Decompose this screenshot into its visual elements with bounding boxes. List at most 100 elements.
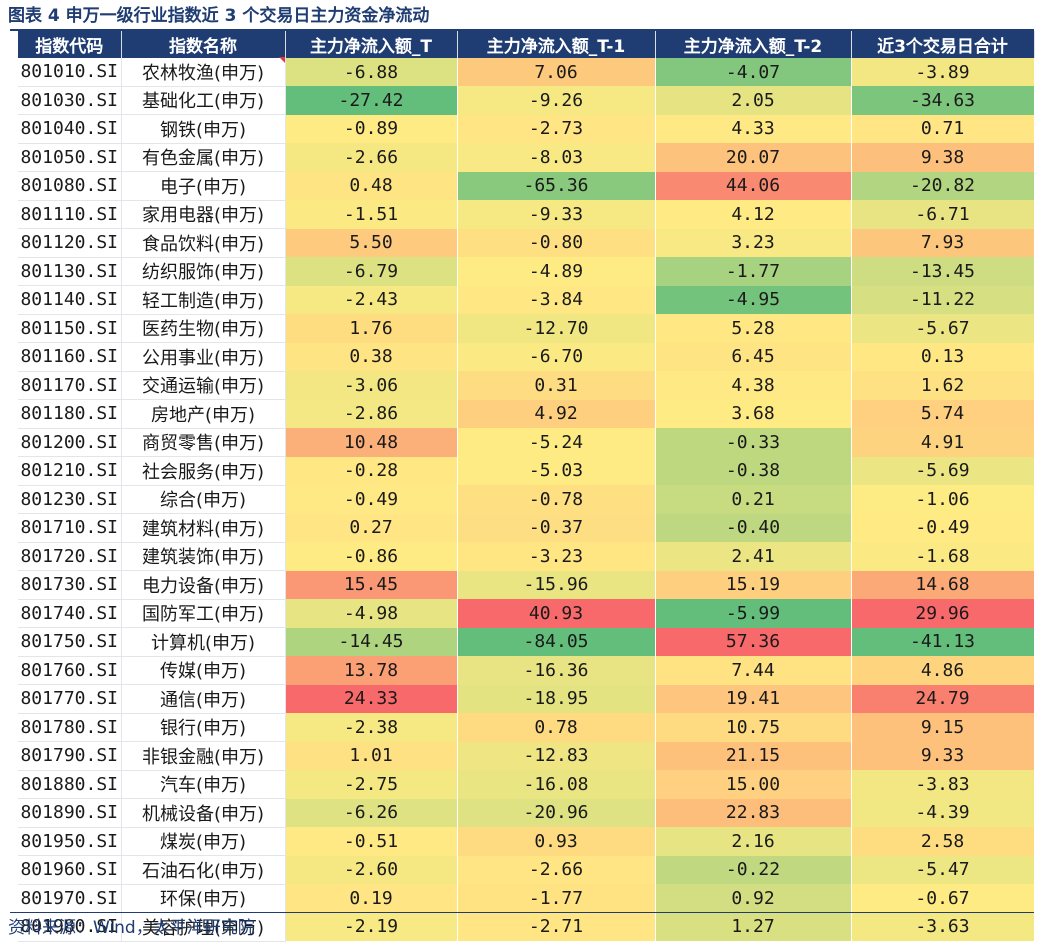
net-inflow-t2-cell: -4.07 [655,58,852,86]
net-inflow-t1-cell: 4.92 [457,399,656,428]
three-day-total-cell: -3.83 [851,770,1035,799]
index-code-cell: 801720.SI [18,542,122,571]
index-name-cell: 建筑材料(申万) [121,513,286,543]
table-row: 801230.SI 综合(申万) -0.49 -0.78 0.21 -1.06 [18,485,1035,514]
net-inflow-t-cell: -1.51 [285,200,458,229]
cell-comment-marker [279,57,285,63]
three-day-total-cell: -0.49 [851,513,1035,542]
table-row: 801050.SI 有色金属(申万) -2.66 -8.03 20.07 9.38 [18,143,1035,172]
index-name-cell: 电力设备(申万) [121,570,286,600]
three-day-total-cell: -6.71 [851,200,1035,229]
index-name-cell: 钢铁(申万) [121,114,286,144]
index-code-cell: 801730.SI [18,570,122,600]
index-name-cell: 基础化工(申万) [121,86,286,115]
three-day-total-cell: -3.63 [851,912,1035,941]
index-code-cell: 801200.SI [18,428,122,457]
index-name-cell: 医药生物(申万) [121,314,286,343]
table-row: 801210.SI 社会服务(申万) -0.28 -5.03 -0.38 -5.69 [18,456,1035,486]
net-inflow-t2-cell: 2.41 [655,542,852,571]
index-name-cell: 轻工制造(申万) [121,285,286,315]
net-inflow-t2-cell: 6.45 [655,342,852,371]
index-code-cell: 801160.SI [18,342,122,372]
net-inflow-t2-cell: 21.15 [655,741,852,770]
index-code-cell: 801080.SI [18,171,122,201]
three-day-total-cell: 9.33 [851,741,1035,770]
net-inflow-t1-cell: -0.37 [457,513,656,542]
net-inflow-t2-cell: 4.38 [655,371,852,400]
net-inflow-t1-cell: -65.36 [457,171,656,200]
net-inflow-t-cell: 10.48 [285,428,458,457]
net-inflow-t-cell: -0.49 [285,485,458,514]
index-name-cell: 公用事业(申万) [121,342,286,372]
table-row: 801130.SI 纺织服饰(申万) -6.79 -4.89 -1.77 -13.45 [18,257,1035,286]
net-inflow-t2-cell: 3.68 [655,399,852,428]
table-row: 801970.SI 环保(申万) 0.19 -1.77 0.92 -0.67 [18,884,1035,913]
net-inflow-t1-cell: -84.05 [457,627,656,656]
net-inflow-t-cell: -2.60 [285,855,458,884]
net-inflow-t-cell: -0.86 [285,542,458,571]
three-day-total-cell: 1.62 [851,371,1035,400]
net-inflow-t2-cell: 57.36 [655,627,852,656]
index-name-cell: 农林牧渔(申万) [121,58,286,87]
source-note: 资料来源：Wind，太平洋研究院 [8,918,255,938]
index-code-cell: 801710.SI [18,513,122,543]
net-inflow-t2-cell: 5.28 [655,314,852,343]
net-inflow-t2-cell: -0.40 [655,513,852,542]
table-row: 801950.SI 煤炭(申万) -0.51 0.93 2.16 2.58 [18,827,1035,856]
index-code-cell: 801760.SI [18,656,122,685]
net-inflow-t2-cell: 2.16 [655,827,852,856]
three-day-total-cell: -0.67 [851,884,1035,913]
index-code-cell: 801170.SI [18,371,122,400]
net-inflow-t-cell: -0.89 [285,114,458,143]
net-inflow-t2-cell: -0.33 [655,428,852,457]
index-code-cell: 801180.SI [18,399,122,429]
header-net-inflow-t: 主力净流入额_T [285,31,458,58]
net-inflow-t1-cell: -9.26 [457,86,656,115]
index-name-cell: 传媒(申万) [121,656,286,685]
three-day-total-cell: 7.93 [851,228,1035,257]
net-inflow-t1-cell: -16.08 [457,770,656,799]
net-inflow-t2-cell: -0.38 [655,456,852,485]
net-inflow-t-cell: -2.66 [285,143,458,172]
index-name-cell: 环保(申万) [121,884,286,913]
index-code-cell: 801010.SI [18,58,122,87]
net-inflow-t2-cell: -0.22 [655,855,852,884]
three-day-total-cell: 2.58 [851,827,1035,856]
table-row: 801770.SI 通信(申万) 24.33 -18.95 19.41 24.79 [18,684,1035,714]
three-day-total-cell: 0.13 [851,342,1035,371]
table-row: 801120.SI 食品饮料(申万) 5.50 -0.80 3.23 7.93 [18,228,1035,258]
index-code-cell: 801970.SI [18,884,122,913]
net-inflow-t-cell: -3.06 [285,371,458,400]
net-inflow-t2-cell: 4.12 [655,200,852,229]
net-inflow-t-cell: -2.43 [285,285,458,314]
three-day-total-cell: -41.13 [851,627,1035,656]
table-row: 801740.SI 国防军工(申万) -4.98 40.93 -5.99 29.96 [18,599,1035,628]
net-inflow-t2-cell: 4.33 [655,114,852,143]
table-row: 801730.SI 电力设备(申万) 15.45 -15.96 15.19 14.68 [18,570,1035,600]
net-inflow-t2-cell: -5.99 [655,599,852,628]
index-name-cell: 电子(申万) [121,171,286,201]
header-index-name: 指数名称 [121,31,286,58]
net-inflow-t2-cell: 0.92 [655,884,852,913]
index-name-cell: 有色金属(申万) [121,143,286,172]
three-day-total-cell: 14.68 [851,570,1035,599]
net-inflow-t2-cell: 15.00 [655,770,852,799]
net-inflow-t2-cell: 19.41 [655,684,852,713]
table-row: 801010.SI 农林牧渔(申万) -6.88 7.06 -4.07 -3.89 [18,58,1035,87]
header-row: 指数代码 指数名称 主力净流入额_T 主力净流入额_T-1 主力净流入额_T-2… [18,31,1035,58]
net-inflow-t-cell: 0.27 [285,513,458,542]
net-inflow-t1-cell: 7.06 [457,58,656,86]
net-inflow-t2-cell: 44.06 [655,171,852,200]
net-inflow-t-cell: -2.38 [285,713,458,742]
net-inflow-t2-cell: -4.95 [655,285,852,314]
net-inflow-t-cell: -2.86 [285,399,458,428]
table-row: 801890.SI 机械设备(申万) -6.26 -20.96 22.83 -4.39 [18,798,1035,828]
three-day-total-cell: -1.06 [851,485,1035,514]
net-inflow-t2-cell: 3.23 [655,228,852,257]
net-inflow-t-cell: -6.26 [285,798,458,827]
net-inflow-t1-cell: 0.78 [457,713,656,742]
table-row: 801110.SI 家用电器(申万) -1.51 -9.33 4.12 -6.71 [18,200,1035,229]
three-day-total-cell: -5.69 [851,456,1035,485]
net-inflow-t1-cell: -12.70 [457,314,656,343]
three-day-total-cell: 4.91 [851,428,1035,457]
